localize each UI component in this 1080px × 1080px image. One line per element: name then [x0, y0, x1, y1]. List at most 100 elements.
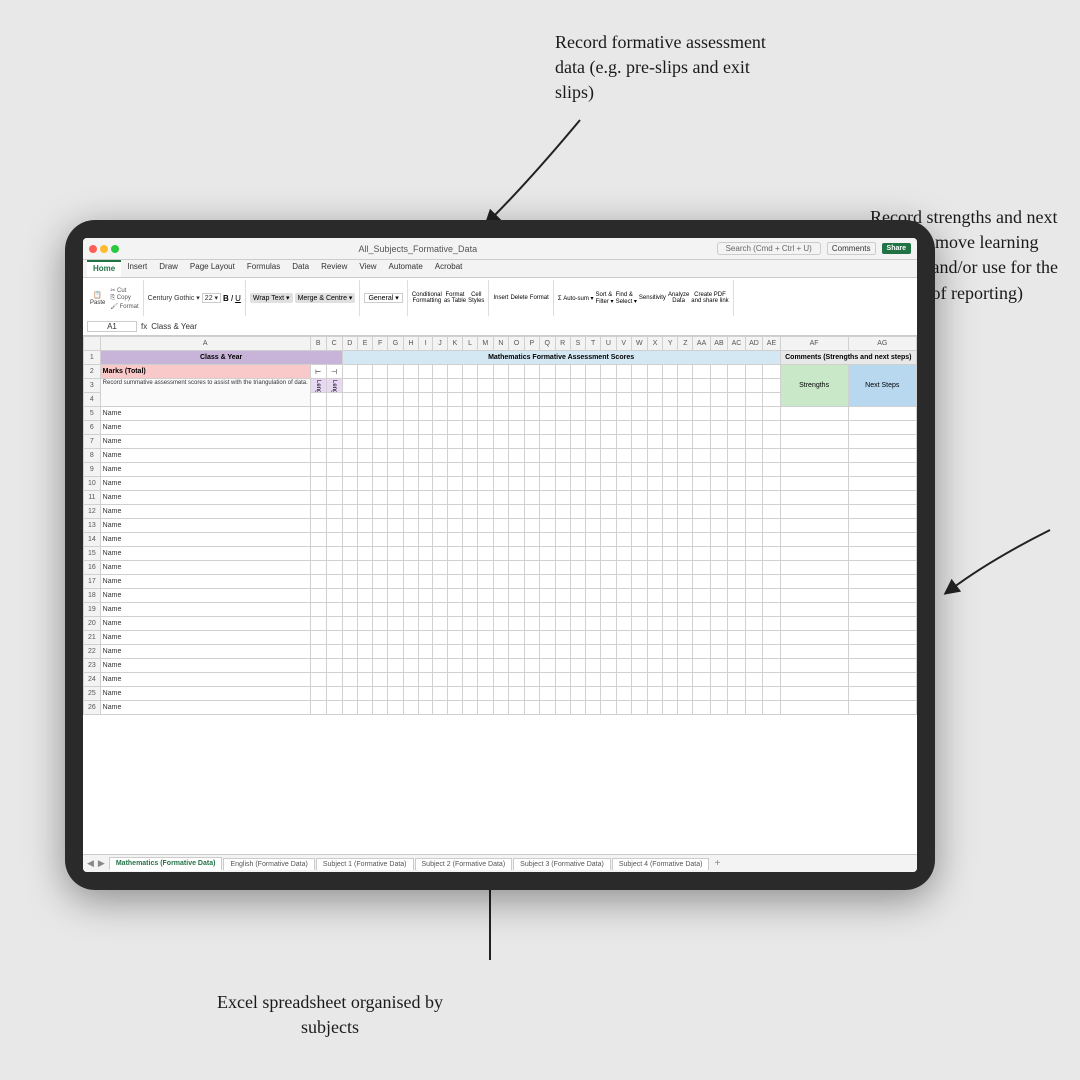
sub-i4[interactable] — [419, 393, 433, 407]
mark-p2[interactable] — [524, 365, 539, 379]
mark-m2[interactable] — [477, 365, 493, 379]
mark-z2[interactable] — [678, 365, 693, 379]
sub-d3[interactable] — [342, 379, 357, 393]
sub-b4[interactable] — [310, 393, 326, 407]
sub-m3[interactable] — [477, 379, 493, 393]
conditional-format-button[interactable]: ConditionalFormatting — [412, 292, 442, 304]
copy-button[interactable]: ⎘ Copy — [110, 295, 138, 302]
mark-l2[interactable] — [463, 365, 478, 379]
cut-button[interactable]: ✂ Cut — [110, 287, 138, 294]
search-box[interactable]: Search (Cmd + Ctrl + U) — [717, 242, 821, 255]
tab-pagelayout[interactable]: Page Layout — [184, 260, 241, 277]
tab-home[interactable]: Home — [87, 260, 121, 277]
minimize-button[interactable] — [100, 245, 108, 253]
sub-i3[interactable] — [419, 379, 433, 393]
sub-aa3[interactable] — [693, 379, 710, 393]
sub-z3[interactable] — [678, 379, 693, 393]
create-pdf-button[interactable]: Create PDFand share link — [691, 292, 728, 304]
tab-formulas[interactable]: Formulas — [241, 260, 286, 277]
sub-r4[interactable] — [555, 393, 570, 407]
col-a[interactable]: A — [100, 337, 310, 351]
col-aa[interactable]: AA — [693, 337, 710, 351]
mark-i2[interactable] — [419, 365, 433, 379]
sub-ad4[interactable] — [745, 393, 763, 407]
sub-q4[interactable] — [539, 393, 555, 407]
sub-p3[interactable] — [524, 379, 539, 393]
sub-e3[interactable] — [357, 379, 372, 393]
sub-aa4[interactable] — [693, 393, 710, 407]
name-box[interactable]: A1 — [87, 321, 137, 332]
tab-review[interactable]: Review — [315, 260, 353, 277]
mark-r2[interactable] — [555, 365, 570, 379]
sheet-tab-math[interactable]: Mathematics (Formative Data) — [109, 857, 223, 871]
sub-ad3[interactable] — [745, 379, 763, 393]
number-format-selector[interactable]: General ▾ — [364, 293, 402, 303]
tab-view[interactable]: View — [353, 260, 382, 277]
col-strengths-h[interactable]: AF — [780, 337, 848, 351]
sheet-tab-subject4[interactable]: Subject 4 (Formative Data) — [612, 858, 710, 870]
sub-k3[interactable] — [447, 379, 462, 393]
mark-w2[interactable] — [631, 365, 647, 379]
formula-text[interactable]: Class & Year — [151, 322, 913, 331]
mark-s2[interactable] — [570, 365, 585, 379]
sub-j4[interactable] — [433, 393, 448, 407]
mark-k2[interactable] — [447, 365, 462, 379]
sub-g3[interactable] — [388, 379, 404, 393]
sub-t4[interactable] — [586, 393, 601, 407]
paste-button[interactable]: 📋Paste — [87, 290, 108, 307]
bold-button[interactable]: B — [223, 294, 229, 303]
col-ac[interactable]: AC — [728, 337, 746, 351]
close-button[interactable] — [89, 245, 97, 253]
sub-ae4[interactable] — [763, 393, 780, 407]
sub-r3[interactable] — [555, 379, 570, 393]
analyze-data-button[interactable]: AnalyzeData — [668, 292, 689, 304]
insert-cells-button[interactable]: Insert — [493, 295, 508, 301]
mark-v2[interactable] — [616, 365, 631, 379]
sub-g4[interactable] — [388, 393, 404, 407]
mark-f2[interactable] — [373, 365, 388, 379]
sub-h3[interactable] — [403, 379, 418, 393]
tab-insert[interactable]: Insert — [121, 260, 153, 277]
sub-n4[interactable] — [493, 393, 508, 407]
mark-ae2[interactable] — [763, 365, 780, 379]
font-selector[interactable]: Century Gothic ▾ — [148, 294, 200, 302]
sub-l3[interactable] — [463, 379, 478, 393]
mark-c2[interactable]: ⊣ — [326, 365, 342, 379]
mark-o2[interactable] — [509, 365, 525, 379]
font-size-selector[interactable]: 22 ▾ — [202, 293, 221, 303]
tab-acrobat[interactable]: Acrobat — [429, 260, 469, 277]
sub-s3[interactable] — [570, 379, 585, 393]
autosum-button[interactable]: Σ Auto-sum ▾ — [558, 295, 594, 302]
find-select-button[interactable]: Find &Select ▾ — [616, 292, 637, 305]
class-year-header[interactable]: Class & Year — [100, 351, 342, 365]
sub-t3[interactable] — [586, 379, 601, 393]
mark-b2[interactable]: ⊢ — [310, 365, 326, 379]
sub-o4[interactable] — [509, 393, 525, 407]
format-cells-button[interactable]: Format — [530, 295, 549, 301]
sub-p4[interactable] — [524, 393, 539, 407]
sub-f3[interactable] — [373, 379, 388, 393]
col-g[interactable]: G — [388, 337, 404, 351]
sheet-tab-english[interactable]: English (Formative Data) — [223, 858, 314, 870]
col-y[interactable]: Y — [663, 337, 678, 351]
wrap-text-button[interactable]: Wrap Text ▾ — [250, 293, 293, 303]
col-nextsteps-h[interactable]: AG — [848, 337, 916, 351]
col-h[interactable]: H — [403, 337, 418, 351]
col-q[interactable]: Q — [539, 337, 555, 351]
tab-data[interactable]: Data — [286, 260, 315, 277]
mark-n2[interactable] — [493, 365, 508, 379]
underline-button[interactable]: U — [235, 294, 241, 303]
mark-g2[interactable] — [388, 365, 404, 379]
col-x[interactable]: X — [647, 337, 662, 351]
sub-w4[interactable] — [631, 393, 647, 407]
sub-q3[interactable] — [539, 379, 555, 393]
col-n[interactable]: N — [493, 337, 508, 351]
sub-u4[interactable] — [601, 393, 616, 407]
sort-filter-button[interactable]: Sort &Filter ▾ — [596, 292, 614, 305]
sub-j3[interactable] — [433, 379, 448, 393]
add-sheet-button[interactable]: + — [710, 858, 724, 869]
col-ae[interactable]: AE — [763, 337, 780, 351]
cell-styles-button[interactable]: CellStyles — [468, 292, 484, 304]
sub-y4[interactable] — [663, 393, 678, 407]
mark-ad2[interactable] — [745, 365, 763, 379]
